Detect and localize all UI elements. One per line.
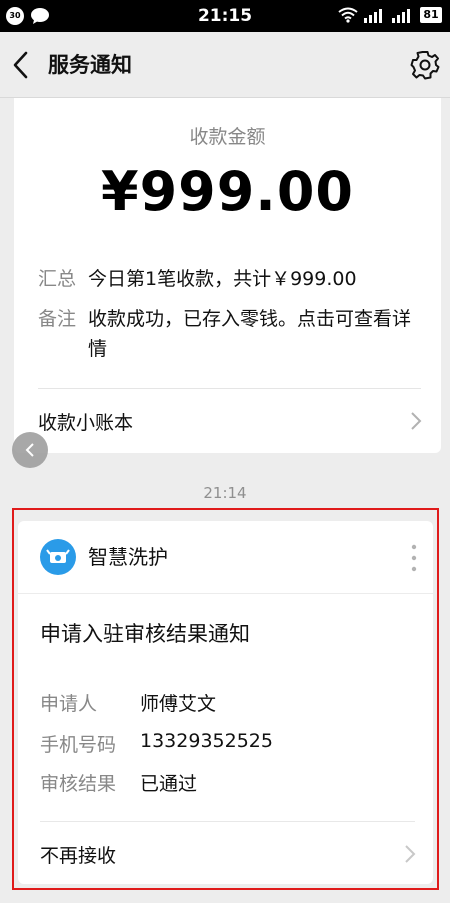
amount-label: 收款金额 <box>189 126 266 148</box>
chevron-left-icon <box>25 443 34 457</box>
detail-value: 师傅艾文 <box>140 693 217 715</box>
card-header-divider <box>18 593 433 594</box>
chevron-right-icon <box>411 412 422 430</box>
app-name: 智慧洗护 <box>88 545 168 569</box>
summary-key: 汇总 <box>38 268 77 290</box>
message-timestamp: 21:14 <box>203 484 247 502</box>
app-logo-icon <box>40 539 76 575</box>
ledger-link[interactable]: 收款小账本 <box>38 398 423 444</box>
notification-title: 申请入驻审核结果通知 <box>40 622 250 646</box>
unsubscribe-link[interactable]: 不再接收 <box>40 831 417 877</box>
detail-key: 手机号码 <box>40 734 117 756</box>
floating-back-button[interactable] <box>12 432 48 468</box>
detail-key: 审核结果 <box>40 773 117 795</box>
wifi-icon <box>338 7 358 23</box>
ledger-link-label: 收款小账本 <box>38 411 134 434</box>
detail-row-applicant: 申请人 师傅艾文 <box>40 689 411 716</box>
detail-value: 已通过 <box>140 773 198 795</box>
note-row: 备注 收款成功，已存入零钱。点击可查看详情 <box>38 304 417 364</box>
payment-notification-card[interactable]: 收款金额 ¥999.00 汇总 今日第1笔收款，共计￥999.00 备注 收款成… <box>14 98 441 453</box>
detail-row-result: 审核结果 已通过 <box>40 769 411 796</box>
detail-value: 13329352525 <box>140 730 273 752</box>
review-notification-card[interactable]: 智慧洗护 申请入驻审核结果通知 申请人 师傅艾文 手机号码 1332935252… <box>18 521 433 884</box>
back-arrow-icon[interactable] <box>10 50 32 80</box>
status-right: 81 <box>338 7 442 23</box>
signal-icon-2 <box>392 9 410 23</box>
navbar: 服务通知 <box>0 32 450 98</box>
summary-row: 汇总 今日第1笔收款，共计￥999.00 <box>38 264 417 294</box>
detail-key: 申请人 <box>40 693 98 715</box>
highlight-frame: 智慧洗护 申请入驻审核结果通知 申请人 师傅艾文 手机号码 1332935252… <box>12 508 439 890</box>
battery-indicator: 81 <box>420 7 442 23</box>
amount-value: ¥999.00 <box>101 160 354 223</box>
gear-icon[interactable] <box>410 50 440 80</box>
card-footer-divider <box>40 821 415 822</box>
note-key: 备注 <box>38 308 77 330</box>
more-options-icon[interactable] <box>409 543 419 573</box>
page-title: 服务通知 <box>48 53 132 77</box>
detail-row-phone: 手机号码 13329352525 <box>40 730 411 757</box>
chevron-right-icon <box>405 845 416 863</box>
summary-value: 今日第1笔收款，共计￥999.00 <box>88 268 357 290</box>
note-value: 收款成功，已存入零钱。点击可查看详情 <box>88 308 412 360</box>
unsubscribe-label: 不再接收 <box>40 844 117 867</box>
signal-icon-1 <box>364 9 382 23</box>
status-bar: 30 21:15 81 <box>0 0 450 32</box>
card-divider <box>38 388 421 389</box>
